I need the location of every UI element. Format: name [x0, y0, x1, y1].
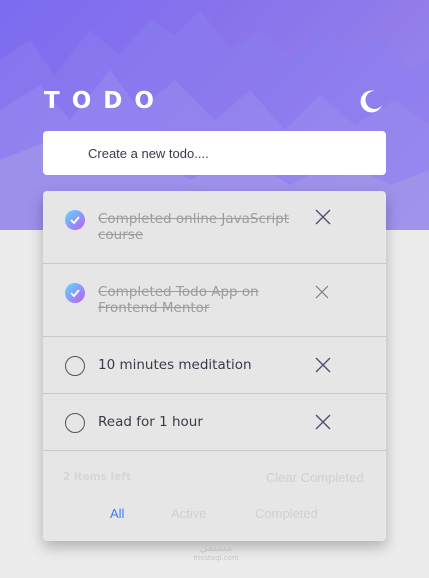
moon-icon[interactable]: [358, 88, 384, 114]
completed-checkbox[interactable]: [65, 283, 85, 303]
checkmark-icon: [70, 216, 80, 224]
todo-item[interactable]: 10 minutes meditation: [43, 337, 386, 394]
watermark-latin: mostaql.com: [193, 554, 239, 562]
checkmark-icon: [70, 289, 80, 297]
todo-text[interactable]: 10 minutes meditation: [98, 357, 313, 373]
close-icon[interactable]: [315, 357, 331, 373]
watermark: مستقل mostaql.com: [184, 542, 248, 563]
todo-item[interactable]: Read for 1 hour: [43, 394, 386, 451]
new-todo-field[interactable]: [43, 131, 386, 175]
clear-completed-button[interactable]: Clear Completed: [266, 470, 364, 485]
todo-item[interactable]: Completed online JavaScript course: [43, 191, 386, 264]
todo-text[interactable]: Completed online JavaScript course: [98, 211, 313, 243]
checkbox[interactable]: [65, 413, 85, 433]
close-icon[interactable]: [315, 414, 331, 430]
items-left-count: 2 items left: [63, 471, 131, 483]
filter-all[interactable]: All: [110, 506, 124, 521]
close-icon[interactable]: [315, 209, 331, 225]
watermark-arabic: مستقل: [199, 541, 233, 554]
filter-active[interactable]: Active: [171, 506, 206, 521]
todo-text[interactable]: Completed Todo App on Frontend Mentor: [98, 284, 313, 316]
checkbox[interactable]: [65, 356, 85, 376]
new-todo-input[interactable]: [88, 145, 386, 161]
completed-checkbox[interactable]: [65, 210, 85, 230]
app-title: TODO: [44, 88, 166, 114]
todo-text[interactable]: Read for 1 hour: [98, 414, 313, 430]
todo-list-card: Completed online JavaScript course Compl…: [43, 191, 386, 541]
todo-item[interactable]: Completed Todo App on Frontend Mentor: [43, 264, 386, 337]
close-icon[interactable]: [315, 284, 329, 299]
filter-completed[interactable]: Completed: [255, 506, 318, 521]
